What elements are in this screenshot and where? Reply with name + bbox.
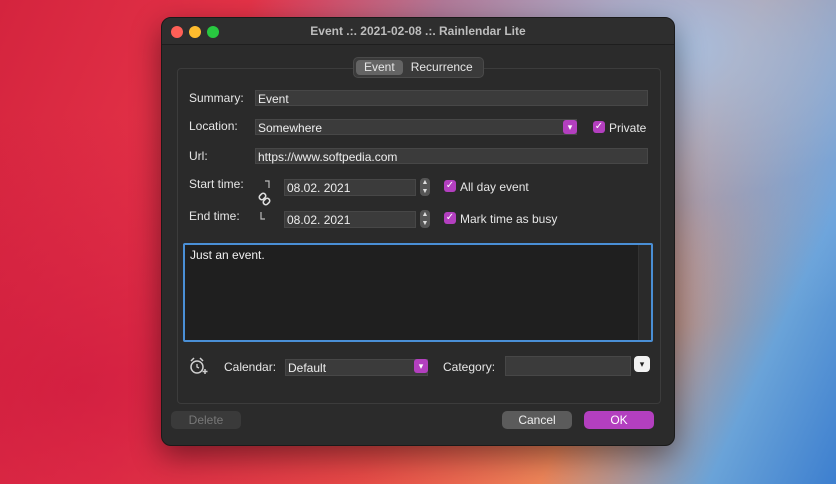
location-label: Location: (189, 119, 238, 133)
category-label: Category: (443, 360, 496, 374)
private-label: Private (609, 121, 647, 135)
summary-input[interactable]: Event (255, 90, 648, 106)
url-input[interactable]: https://www.softpedia.com (255, 148, 648, 164)
busy-label: Mark time as busy (460, 212, 558, 226)
delete-button[interactable]: Delete (171, 411, 241, 429)
ok-button[interactable]: OK (584, 411, 654, 429)
all-day-label: All day event (460, 180, 529, 194)
calendar-select[interactable]: Default (285, 359, 428, 376)
category-input[interactable] (505, 356, 631, 376)
calendar-chevron-down-icon[interactable]: ▾ (414, 359, 428, 373)
end-date-field[interactable]: 08.02. 2021 (284, 211, 416, 228)
notes-scrollbar[interactable] (638, 245, 651, 340)
location-combobox[interactable]: Somewhere (255, 119, 577, 135)
calendar-label: Calendar: (224, 360, 277, 374)
end-date-stepper[interactable]: ▲ ▼ (420, 210, 430, 228)
all-day-checkbox[interactable]: ✓ (444, 180, 456, 192)
cancel-button[interactable]: Cancel (502, 411, 572, 429)
alarm-clock-icon[interactable] (189, 357, 209, 375)
tab-event[interactable]: Event (356, 60, 403, 75)
tab-bar: Event Recurrence (353, 57, 484, 78)
tab-recurrence[interactable]: Recurrence (403, 60, 481, 75)
link-icon[interactable] (257, 180, 273, 220)
chevron-down-icon[interactable]: ▾ (563, 120, 577, 134)
event-dialog: Event .:. 2021-02-08 .:. Rainlendar Lite… (161, 17, 675, 446)
start-date-stepper[interactable]: ▲ ▼ (420, 178, 430, 196)
window-title: Event .:. 2021-02-08 .:. Rainlendar Lite (310, 24, 526, 38)
start-time-label: Start time: (189, 177, 244, 191)
notes-text: Just an event. (190, 248, 265, 262)
summary-label: Summary: (189, 91, 244, 105)
busy-checkbox[interactable]: ✓ (444, 212, 456, 224)
end-time-label: End time: (189, 209, 240, 223)
start-date-field[interactable]: 08.02. 2021 (284, 179, 416, 196)
titlebar: Event .:. 2021-02-08 .:. Rainlendar Lite (162, 18, 674, 45)
category-chevron-down-icon[interactable]: ▾ (634, 356, 650, 372)
notes-textarea[interactable]: Just an event. (183, 243, 653, 342)
private-checkbox[interactable]: ✓ (593, 121, 605, 133)
url-label: Url: (189, 149, 208, 163)
